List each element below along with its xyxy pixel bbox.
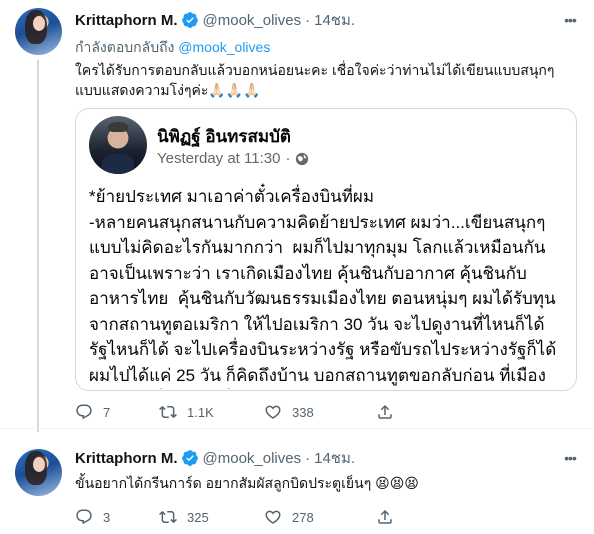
tweet-actions: 3 325 278 [75,507,406,527]
replying-to-label: กำลังตอบกลับถึง [75,39,175,55]
tweet-header: Krittaphorn M. @mook_olives · 14ชม. ••• [75,448,580,468]
avatar[interactable] [15,8,62,55]
avatar[interactable] [15,449,62,496]
tweet-actions: 7 1.1K 338 [75,402,406,422]
more-icon[interactable]: ••• [560,10,580,30]
retweet-icon [159,405,177,419]
post-time-text: Yesterday at 11:30 [157,150,281,167]
verified-badge-icon [181,450,198,466]
timestamp[interactable]: 14ชม. [314,8,355,32]
more-icon[interactable]: ••• [560,448,580,468]
post-timestamp: Yesterday at 11:30 · [157,150,309,167]
tweet-text: ขั้นอยากได้กรีนการ์ด อยากสัมผัสลูกบิดประ… [75,475,419,491]
retweet-count: 325 [187,509,209,525]
reply-icon [76,404,92,420]
retweet-count: 1.1K [187,404,214,420]
thread-line [37,60,39,432]
author-handle[interactable]: @mook_olives [203,450,302,467]
like-icon [265,510,281,524]
like-button[interactable]: 278 [264,508,376,526]
like-button[interactable]: 338 [264,403,376,421]
share-icon [378,404,392,419]
reply-button[interactable]: 3 [75,508,159,526]
tweet-text: ใครได้รับการตอบกลับแล้วบอกหน่อยนะคะ เชื่… [75,62,559,98]
post-time-separator: · [285,150,291,167]
reply-count: 3 [103,509,111,525]
globe-icon [296,152,309,165]
tweet[interactable]: Krittaphorn M. @mook_olives · 14ชม. ••• … [0,428,594,534]
reply-icon [76,509,92,525]
retweet-icon [159,510,177,524]
replying-to: กำลังตอบกลับถึง @mook_olives [75,37,580,55]
tweet-content: Krittaphorn M. @mook_olives · 14ชม. ••• … [75,448,580,493]
reply-button[interactable]: 7 [75,403,159,421]
post-author-avatar [89,116,147,174]
post-text: *ย้ายประเทศ มาเอาค่าตั๋วเครื่องบินที่ผม … [89,187,557,385]
reply-mention-link[interactable]: @mook_olives [178,39,270,55]
tweet-header: Krittaphorn M. @mook_olives · 14ชม. ••• [75,10,580,30]
retweet-button[interactable]: 1.1K [159,403,264,421]
verified-badge-icon [181,12,198,28]
like-count: 278 [292,509,314,525]
author-name[interactable]: Krittaphorn M. [75,450,178,467]
author-name[interactable]: Krittaphorn M. [75,12,178,29]
share-icon [378,509,392,524]
timestamp[interactable]: 14ชม. [314,446,355,470]
like-icon [265,405,281,419]
retweet-button[interactable]: 325 [159,508,264,526]
facebook-post-screenshot: นิพิฏฐ์ อินทรสมบัติ Yesterday at 11:30 ·… [77,110,575,389]
share-button[interactable] [376,508,406,526]
reply-count: 7 [103,404,111,420]
attached-image[interactable]: นิพิฏฐ์ อินทรสมบัติ Yesterday at 11:30 ·… [75,108,577,391]
tweet[interactable]: Krittaphorn M. @mook_olives · 14ชม. ••• … [0,0,594,432]
tweet-content: Krittaphorn M. @mook_olives · 14ชม. ••• … [75,10,580,100]
separator-dot: · [305,11,311,29]
share-button[interactable] [376,403,406,421]
post-author-name: นิพิฏฐ์ อินทรสมบัติ [157,127,291,146]
separator-dot: · [305,449,311,467]
like-count: 338 [292,404,314,420]
author-handle[interactable]: @mook_olives [203,12,302,29]
